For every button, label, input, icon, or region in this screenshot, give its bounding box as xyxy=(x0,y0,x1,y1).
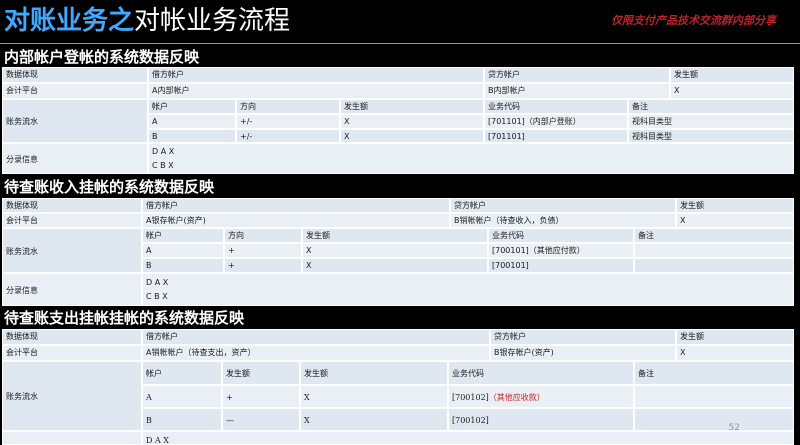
table-cell: A销帐帐户（待查支出，资产） xyxy=(142,345,490,361)
entry-line: D A X xyxy=(146,278,169,287)
table-cell: A xyxy=(142,385,222,408)
column-header: 备注 xyxy=(628,99,794,114)
table-cell: A xyxy=(142,243,224,258)
table-cell: + xyxy=(222,385,300,408)
entry-line: C B X xyxy=(146,292,168,301)
column-header: 借方帐户 xyxy=(142,329,490,345)
row-label: 分录信息 xyxy=(2,143,148,174)
row-label: 会计平台 xyxy=(2,83,148,99)
column-header: 备注 xyxy=(634,361,794,385)
table-cell: X xyxy=(302,243,488,258)
table-cell xyxy=(634,385,794,408)
column-header: 帐户 xyxy=(148,99,236,114)
table-cell: +/- xyxy=(236,129,340,143)
table-cell: [701101]（内部户登账） xyxy=(484,114,628,129)
column-header: 发生额 xyxy=(302,228,488,243)
table-cell: X xyxy=(302,258,488,273)
entry-cell: D A X C B X xyxy=(148,143,794,174)
row-label: 会计平台 xyxy=(2,213,142,228)
section-heading: 待查账支出挂帐挂帐的系统数据反映 xyxy=(0,309,800,327)
row-label: 数据体现 xyxy=(2,198,142,213)
row-label: 账务流水 xyxy=(2,228,142,273)
column-header: 业务代码 xyxy=(448,361,634,385)
row-label: 数据体现 xyxy=(2,329,142,345)
table-cell: A银存帐户(资产) xyxy=(142,213,450,228)
column-header: 业务代码 xyxy=(488,228,634,243)
title-rest: 对帐业务流程 xyxy=(134,6,291,36)
table-cell: B内部帐户 xyxy=(484,83,670,99)
entry-cell: D A X xyxy=(142,431,794,445)
table-cell: [700101] xyxy=(488,258,634,273)
title-rule xyxy=(0,43,800,44)
column-header: 发生额 xyxy=(222,361,300,385)
row-label: 会计平台 xyxy=(2,345,142,361)
column-header: 发生额 xyxy=(670,67,794,83)
entry-line: C B X xyxy=(152,161,174,170)
table-cell: 视科目类型 xyxy=(628,114,794,129)
title-highlight: 对账业务之 xyxy=(4,6,135,36)
watermark-text: 仅限支付产品技术交流群内部分享 xyxy=(611,14,776,27)
table-cell: + xyxy=(224,243,302,258)
column-header: 业务代码 xyxy=(484,99,628,114)
section-heading: 待查账收入挂帐的系统数据反映 xyxy=(0,178,800,196)
title-bar: 对账业务之对帐业务流程 仅限支付产品技术交流群内部分享 xyxy=(0,0,800,44)
table-cell: X xyxy=(676,345,794,361)
table-cell: [700102] xyxy=(448,408,634,431)
column-header: 帐户 xyxy=(142,228,224,243)
column-header: 帐户 xyxy=(142,361,222,385)
table-cell: B银存帐户(资产) xyxy=(490,345,676,361)
column-header: 方向 xyxy=(236,99,340,114)
row-label: 账务流水 xyxy=(2,361,142,431)
table-cell: A内部帐户 xyxy=(148,83,484,99)
column-header: 贷方帐户 xyxy=(450,198,676,213)
table-cell: X xyxy=(676,213,794,228)
page-title: 对账业务之对帐业务流程 xyxy=(4,2,290,40)
table-cell: B xyxy=(142,258,224,273)
column-header: 贷方帐户 xyxy=(490,329,676,345)
table-cell: X xyxy=(670,83,794,99)
business-code-note: （其他应收款） xyxy=(488,393,545,402)
table-cell: + xyxy=(224,258,302,273)
table-cell: — xyxy=(222,408,300,431)
table-cell: B xyxy=(142,408,222,431)
table-cell: +/- xyxy=(236,114,340,129)
column-header: 借方帐户 xyxy=(142,198,450,213)
table-cell: [700101]（其他应付款） xyxy=(488,243,634,258)
section-table: 数据体现 借方帐户 贷方帐户 发生额 会计平台 A内部帐户 B内部帐户 X 账务… xyxy=(2,67,794,174)
business-code: [700102] xyxy=(452,393,489,402)
table-cell: A xyxy=(148,114,236,129)
table-cell: X xyxy=(300,408,448,431)
row-label: 数据体现 xyxy=(2,67,148,83)
entry-cell: D A X C B X xyxy=(142,273,794,306)
entry-line: D A X xyxy=(146,436,169,445)
section-table: 数据体现 借方帐户 贷方帐户 发生额 会计平台 A银存帐户(资产) B销帐帐户（… xyxy=(2,198,794,306)
table-cell xyxy=(634,408,794,431)
column-header: 备注 xyxy=(634,228,794,243)
table-cell: B销帐帐户（待查收入，负债） xyxy=(450,213,676,228)
row-label: 账务流水 xyxy=(2,99,148,143)
table-cell: [700102]（其他应收款） xyxy=(448,385,634,408)
table-cell: 视科目类型 xyxy=(628,129,794,143)
column-header: 发生额 xyxy=(340,99,484,114)
table-cell xyxy=(634,243,794,258)
table-cell: X xyxy=(340,114,484,129)
section-heading: 内部帐户登帐的系统数据反映 xyxy=(0,48,800,66)
table-cell: X xyxy=(300,385,448,408)
column-header: 发生额 xyxy=(676,329,794,345)
page-number: 52 xyxy=(728,423,740,433)
table-cell xyxy=(2,431,142,445)
table-cell: [701101] xyxy=(484,129,628,143)
column-header: 发生额 xyxy=(676,198,794,213)
table-cell: X xyxy=(340,129,484,143)
column-header: 贷方帐户 xyxy=(484,67,670,83)
table-cell: B xyxy=(148,129,236,143)
entry-line: D A X xyxy=(152,147,175,156)
table-cell xyxy=(634,258,794,273)
row-label: 分录信息 xyxy=(2,273,142,306)
column-header: 方向 xyxy=(224,228,302,243)
column-header: 发生额 xyxy=(300,361,448,385)
column-header: 借方帐户 xyxy=(148,67,484,83)
section-table: 数据体现 借方帐户 贷方帐户 发生额 会计平台 A销帐帐户（待查支出，资产） B… xyxy=(2,329,794,445)
